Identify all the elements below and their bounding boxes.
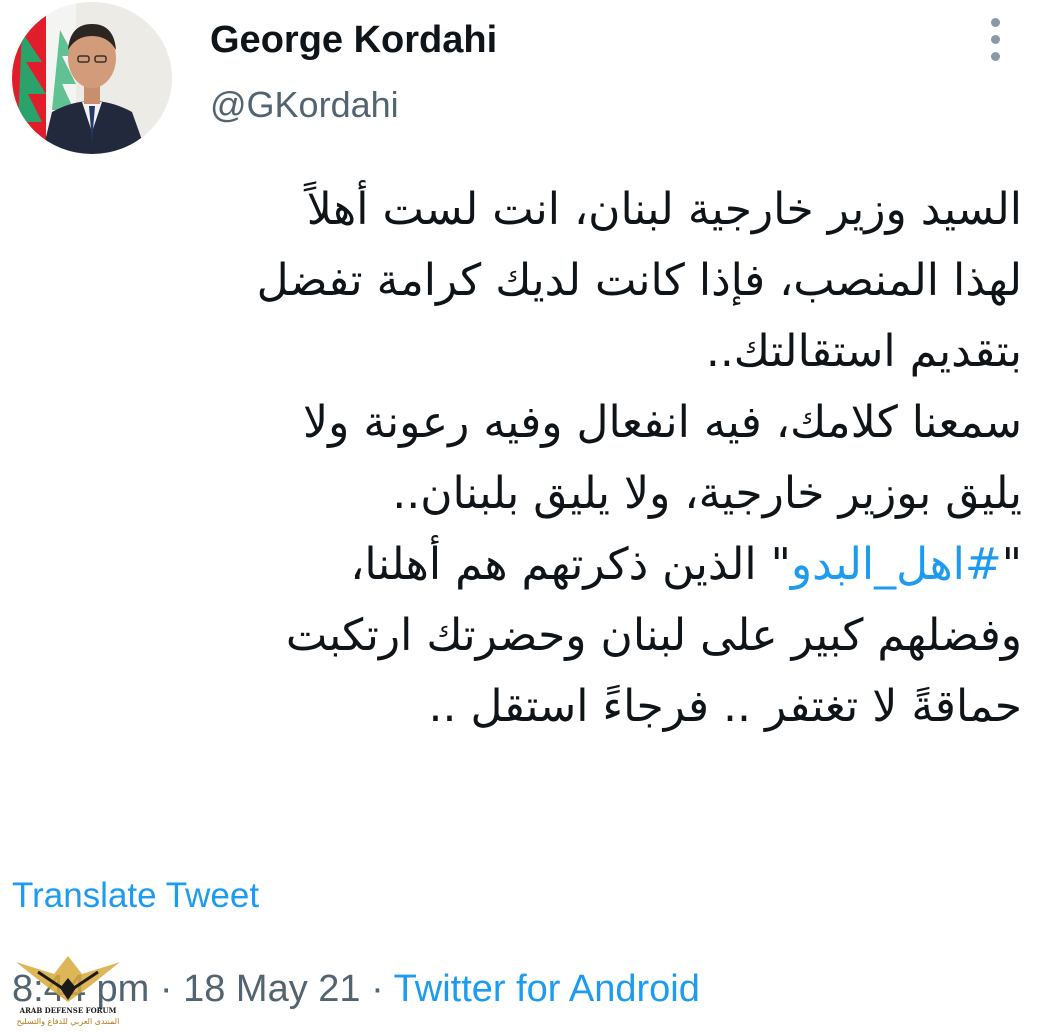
avatar[interactable]: [12, 2, 172, 154]
tweet-line-remainder: " الذين ذكرتهم هم أهلنا،: [350, 539, 791, 590]
tweet-source-link[interactable]: Twitter for Android: [394, 968, 700, 1010]
tweet-line: لهذا المنصب، فإذا كانت لديك كرامة تفضل: [256, 255, 1022, 306]
author-name[interactable]: George Kordahi: [210, 16, 497, 64]
translate-tweet-link[interactable]: Translate Tweet: [12, 874, 259, 918]
author-handle[interactable]: @GKordahi: [210, 82, 399, 128]
tweet-line: وفضلهم كبير على لبنان وحضرتك ارتكبت: [285, 610, 1022, 661]
eagle-emblem-icon: [16, 956, 120, 1002]
tweet-line: بتقديم استقالتك..: [705, 326, 1022, 377]
profile-photo-icon: [12, 2, 172, 154]
tweet-line: سمعنا كلامك، فيه انفعال وفيه رعونة ولا: [303, 397, 1022, 448]
tweet-line: يليق بوزير خارجية، ولا يليق بلبنان..: [392, 468, 1022, 519]
tweet-line: حماقةً لا تغتفر .. فرجاءً استقل ..: [428, 681, 1022, 732]
watermark-title: ARAB DEFENSE FORUM: [19, 1006, 117, 1015]
tweet: George Kordahi @GKordahi السيد وزير خارج…: [0, 0, 1048, 1033]
watermark-subtitle: المنتدى العربي للدفاع والتسليح: [16, 1017, 120, 1026]
more-options-button[interactable]: [978, 16, 1014, 64]
tweet-text: السيد وزير خارجية لبنان، انت لست أهلاً ل…: [40, 174, 1022, 742]
meta-separator: ·: [360, 968, 394, 1010]
tweet-line: السيد وزير خارجية لبنان، انت لست أهلاً: [306, 184, 1022, 235]
quote-mark: ": [1001, 539, 1022, 590]
meta-separator: ·: [149, 968, 184, 1010]
hashtag-link[interactable]: #اهل_البدو: [791, 539, 1002, 590]
tweet-line-with-hashtag: "#اهل_البدو" الذين ذكرتهم هم أهلنا،: [40, 529, 1022, 600]
watermark: ARAB DEFENSE FORUM المنتدى العربي للدفاع…: [8, 952, 128, 1032]
tweet-date[interactable]: 18 May 21: [183, 968, 360, 1010]
